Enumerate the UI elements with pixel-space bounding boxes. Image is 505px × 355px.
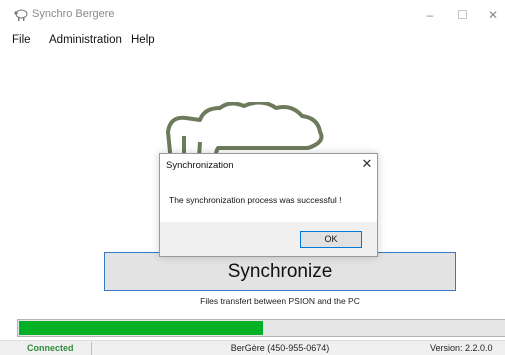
sheep-icon [14, 9, 28, 21]
maximize-button[interactable] [452, 6, 472, 24]
progress-fill [19, 321, 263, 335]
sync-caption: Files transfert between PSION and the PC [200, 296, 360, 306]
menu-file[interactable]: File [12, 34, 31, 46]
menu-bar: File Administration Help [0, 31, 505, 51]
status-bar: Connected BerGère (450-955-0674) Version… [0, 340, 505, 355]
dialog-close-button[interactable]: ✕ [359, 155, 375, 173]
dialog-title: Synchronization [166, 160, 234, 171]
progress-bar [17, 319, 505, 337]
version-label: Version: 2.2.0.0 [430, 343, 493, 353]
dialog-message: The synchronization process was successf… [169, 195, 342, 205]
window-title: Synchro Bergere [32, 8, 115, 20]
synchronization-dialog: Synchronization ✕ The synchronization pr… [159, 153, 378, 257]
synchronize-button[interactable]: Synchronize [104, 252, 456, 291]
menu-help[interactable]: Help [131, 34, 155, 46]
dialog-footer: OK [160, 222, 377, 256]
close-window-button[interactable]: ✕ [483, 6, 503, 24]
maximize-icon [457, 10, 467, 19]
title-bar: Synchro Bergere – ✕ [0, 0, 505, 30]
menu-administration[interactable]: Administration [49, 34, 122, 46]
minimize-button[interactable]: – [420, 6, 440, 24]
ok-button[interactable]: OK [300, 231, 362, 248]
